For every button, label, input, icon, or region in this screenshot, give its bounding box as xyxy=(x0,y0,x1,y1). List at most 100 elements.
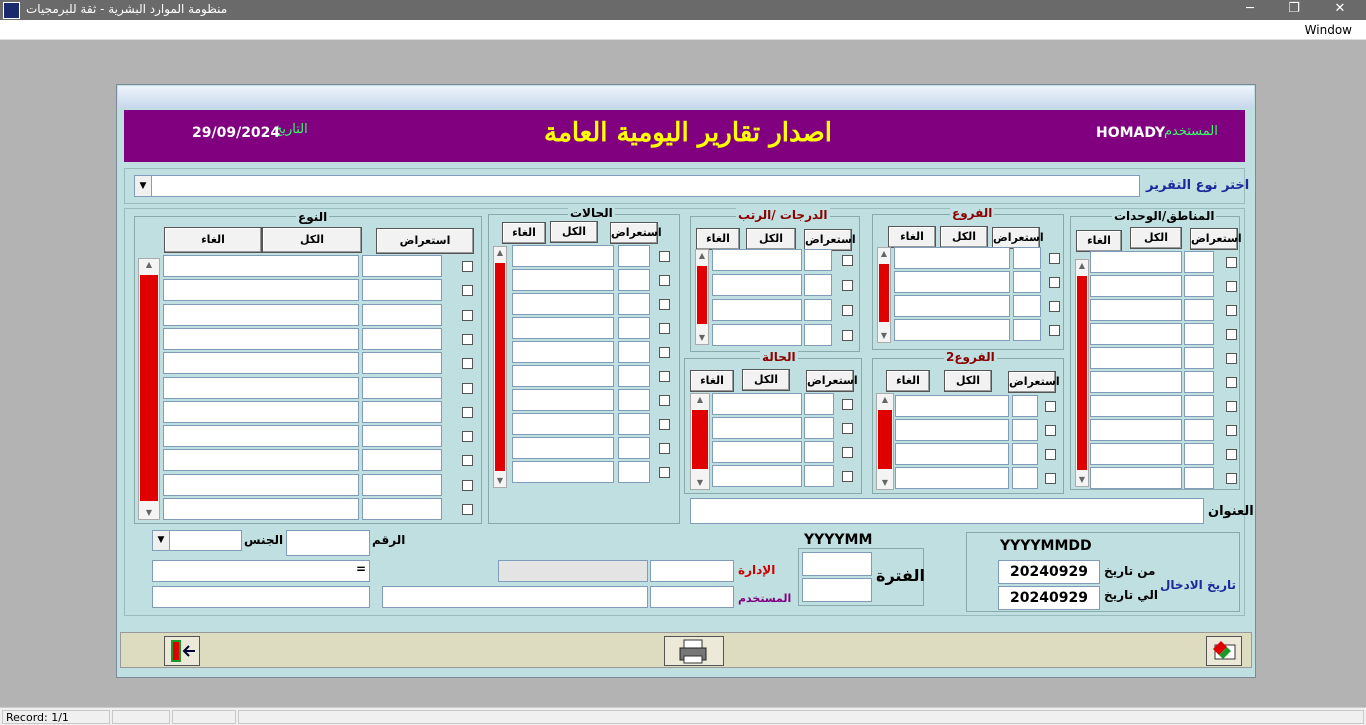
cases-row-code[interactable] xyxy=(618,365,650,387)
type-row-name[interactable] xyxy=(163,498,359,520)
cases-row-code[interactable] xyxy=(618,341,650,363)
type-browse-button[interactable]: استعراض xyxy=(376,228,474,254)
branches-row-name[interactable] xyxy=(894,319,1010,341)
branches2-scrollbar[interactable]: ▲ ▼ xyxy=(876,393,894,490)
grades-row-code[interactable] xyxy=(804,324,832,346)
regions-row-code[interactable] xyxy=(1184,371,1214,393)
branches2-row-name[interactable] xyxy=(895,443,1009,465)
type-row-checkbox[interactable] xyxy=(462,455,473,467)
cases-row-checkbox[interactable] xyxy=(659,323,670,334)
regions-cancel-button[interactable]: الغاء xyxy=(1076,230,1122,252)
chevron-down-icon[interactable]: ▼ xyxy=(135,176,152,196)
restore-button[interactable]: ❐ xyxy=(1274,0,1314,20)
cases-row-checkbox[interactable] xyxy=(659,347,670,358)
period-to-input[interactable] xyxy=(802,578,872,602)
regions-row-checkbox[interactable] xyxy=(1226,449,1237,460)
branches2-all-button[interactable]: الكل xyxy=(944,370,992,392)
grades-row-code[interactable] xyxy=(804,299,832,321)
regions-row-code[interactable] xyxy=(1184,419,1214,441)
from-date-input[interactable]: 20240929 xyxy=(998,560,1100,584)
branches2-row-name[interactable] xyxy=(895,467,1009,489)
department-input[interactable] xyxy=(650,560,734,582)
branches2-cancel-button[interactable]: الغاء xyxy=(886,370,930,392)
cases-row-code[interactable] xyxy=(618,317,650,339)
type-cancel-button[interactable]: الغاء xyxy=(164,227,262,253)
type-row-name[interactable] xyxy=(163,303,359,326)
type-row-name[interactable] xyxy=(163,400,359,423)
minimize-button[interactable]: ─ xyxy=(1230,0,1270,20)
regions-row-checkbox[interactable] xyxy=(1226,305,1237,316)
grades-scrollbar[interactable]: ▲ ▼ xyxy=(695,249,709,345)
regions-row-name[interactable] xyxy=(1090,395,1182,417)
branches-row-code[interactable] xyxy=(1013,247,1041,269)
type-row-code[interactable] xyxy=(362,279,442,302)
type-row-code[interactable] xyxy=(362,425,442,448)
regions-row-name[interactable] xyxy=(1090,419,1182,441)
close-button[interactable]: ✕ xyxy=(1320,0,1360,20)
type-row-code[interactable] xyxy=(362,498,442,520)
regions-row-checkbox[interactable] xyxy=(1226,353,1237,364)
cases-row-checkbox[interactable] xyxy=(659,395,670,406)
clear-button[interactable] xyxy=(1206,636,1242,666)
extra-field[interactable] xyxy=(152,586,370,608)
branches2-row-code[interactable] xyxy=(1012,419,1038,441)
branches2-row-code[interactable] xyxy=(1012,395,1038,417)
status-browse-button[interactable]: استعراض xyxy=(806,370,858,392)
status-all-button[interactable]: الكل xyxy=(742,369,790,391)
cases-row-name[interactable] xyxy=(512,341,614,363)
cases-row-checkbox[interactable] xyxy=(659,251,670,262)
cases-row-checkbox[interactable] xyxy=(659,419,670,430)
type-row-name[interactable] xyxy=(163,255,359,277)
regions-row-code[interactable] xyxy=(1184,299,1214,321)
type-row-checkbox[interactable] xyxy=(462,285,473,297)
grades-row-checkbox[interactable] xyxy=(842,255,853,266)
status-row-checkbox[interactable] xyxy=(842,447,853,458)
cases-row-name[interactable] xyxy=(512,461,614,483)
regions-row-code[interactable] xyxy=(1184,275,1214,297)
type-row-checkbox[interactable] xyxy=(462,261,473,272)
regions-row-name[interactable] xyxy=(1090,299,1182,321)
type-row-name[interactable] xyxy=(163,327,359,350)
grades-row-name[interactable] xyxy=(712,274,802,296)
cases-row-name[interactable] xyxy=(512,293,614,315)
branches-row-name[interactable] xyxy=(894,295,1010,317)
cases-row-checkbox[interactable] xyxy=(659,299,670,310)
branches-row-code[interactable] xyxy=(1013,319,1041,341)
type-row-checkbox[interactable] xyxy=(462,382,473,394)
type-row-name[interactable] xyxy=(163,279,359,302)
regions-row-code[interactable] xyxy=(1184,251,1214,273)
status-row-name[interactable] xyxy=(712,417,802,439)
cases-row-code[interactable] xyxy=(618,245,650,267)
branches-row-checkbox[interactable] xyxy=(1049,277,1060,288)
type-row-checkbox[interactable] xyxy=(462,406,473,418)
regions-row-code[interactable] xyxy=(1184,323,1214,345)
branches2-row-checkbox[interactable] xyxy=(1045,449,1056,460)
grades-all-button[interactable]: الكل xyxy=(746,228,796,250)
status-scrollbar[interactable]: ▲ ▼ xyxy=(690,393,710,490)
type-row-name[interactable] xyxy=(163,425,359,448)
cases-row-name[interactable] xyxy=(512,437,614,459)
cases-row-code[interactable] xyxy=(618,437,650,459)
regions-row-checkbox[interactable] xyxy=(1226,473,1237,484)
cases-row-checkbox[interactable] xyxy=(659,371,670,382)
status-row-name[interactable] xyxy=(712,441,802,463)
branches-row-code[interactable] xyxy=(1013,271,1041,293)
cases-row-name[interactable] xyxy=(512,389,614,411)
regions-row-checkbox[interactable] xyxy=(1226,329,1237,340)
branches-row-checkbox[interactable] xyxy=(1049,325,1060,336)
type-all-button[interactable]: الكل xyxy=(262,227,362,253)
regions-browse-button[interactable]: استعراض xyxy=(1190,228,1242,250)
to-date-input[interactable]: 20240929 xyxy=(998,586,1100,610)
grades-row-checkbox[interactable] xyxy=(842,330,853,341)
regions-row-checkbox[interactable] xyxy=(1226,257,1237,268)
grades-row-name[interactable] xyxy=(712,249,802,271)
type-row-checkbox[interactable] xyxy=(462,504,473,515)
type-row-name[interactable] xyxy=(163,376,359,399)
cases-row-code[interactable] xyxy=(618,293,650,315)
type-row-checkbox[interactable] xyxy=(462,479,473,491)
cases-row-checkbox[interactable] xyxy=(659,275,670,286)
regions-row-name[interactable] xyxy=(1090,275,1182,297)
cases-row-checkbox[interactable] xyxy=(659,467,670,478)
status-row-name[interactable] xyxy=(712,393,802,415)
grades-row-code[interactable] xyxy=(804,274,832,296)
